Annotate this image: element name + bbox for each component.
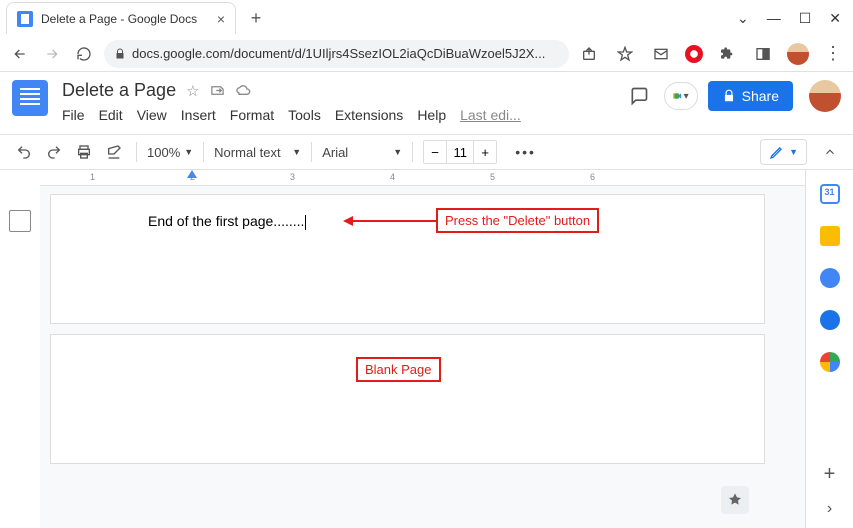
back-button[interactable]	[8, 42, 32, 66]
menu-format[interactable]: Format	[230, 107, 274, 123]
share-page-icon[interactable]	[577, 42, 601, 66]
menu-help[interactable]: Help	[417, 107, 446, 123]
canvas-area: 1 2 3 4 5 6 End of the first page.......…	[0, 170, 853, 528]
lock-icon	[114, 48, 126, 60]
url-text: docs.google.com/document/d/1UIljrs4SsezI…	[132, 46, 545, 61]
tab-title: Delete a Page - Google Docs	[41, 12, 209, 26]
move-icon[interactable]	[210, 83, 225, 98]
docs-favicon	[17, 11, 33, 27]
browser-tab[interactable]: Delete a Page - Google Docs ×	[6, 2, 236, 34]
pencil-icon	[769, 144, 785, 160]
lock-icon	[722, 89, 736, 103]
zoom-dropdown[interactable]: 100% ▼	[147, 145, 193, 160]
docs-header: Delete a Page ☆ File Edit View Insert Fo…	[0, 72, 853, 134]
cloud-status-icon[interactable]	[235, 83, 251, 99]
panel-icon[interactable]	[751, 42, 775, 66]
document-text[interactable]: End of the first page........	[148, 213, 306, 230]
add-on-plus-icon[interactable]: +	[824, 463, 836, 486]
document-page-2[interactable]: Blank Page	[50, 334, 765, 464]
editing-mode-dropdown[interactable]: ▼	[760, 139, 807, 165]
minimize-icon[interactable]: —	[767, 10, 781, 27]
browser-titlebar: Delete a Page - Google Docs × + ⌄ — ☐ ✕	[0, 0, 853, 36]
calendar-icon[interactable]: 31	[820, 184, 840, 204]
share-button[interactable]: Share	[708, 81, 793, 111]
comments-history-icon[interactable]	[624, 81, 654, 111]
menu-insert[interactable]: Insert	[181, 107, 216, 123]
annotation-arrow	[351, 220, 436, 222]
maps-icon[interactable]	[820, 352, 840, 372]
mail-icon[interactable]	[649, 42, 673, 66]
font-dropdown[interactable]: Arial▼	[322, 145, 402, 160]
bookmark-icon[interactable]	[613, 42, 637, 66]
left-rail	[0, 170, 40, 528]
profile-avatar[interactable]	[787, 43, 809, 65]
address-bar: docs.google.com/document/d/1UIljrs4SsezI…	[0, 36, 853, 72]
document-outline-icon[interactable]	[9, 210, 31, 232]
keep-icon[interactable]	[820, 226, 840, 246]
style-dropdown[interactable]: Normal text ▼	[214, 145, 301, 160]
undo-button[interactable]	[12, 140, 36, 164]
extensions-icon[interactable]	[715, 42, 739, 66]
annotation-delete-hint: Press the "Delete" button	[436, 208, 599, 233]
menu-file[interactable]: File	[62, 107, 85, 123]
hide-menus-button[interactable]	[819, 141, 841, 163]
side-panel: 31 + ›	[805, 170, 853, 528]
account-avatar[interactable]	[809, 80, 841, 112]
menu-bar: File Edit View Insert Format Tools Exten…	[62, 107, 521, 123]
window-controls: ⌄ — ☐ ✕	[737, 10, 853, 27]
contacts-icon[interactable]	[820, 310, 840, 330]
chevron-down-icon[interactable]: ⌄	[737, 10, 749, 27]
close-window-icon[interactable]: ✕	[829, 10, 841, 27]
tasks-icon[interactable]	[820, 268, 840, 288]
font-size-decrease[interactable]: −	[424, 141, 446, 163]
new-tab-button[interactable]: +	[242, 4, 270, 32]
last-edit-link[interactable]: Last edi...	[460, 107, 521, 123]
menu-tools[interactable]: Tools	[288, 107, 321, 123]
hide-side-panel-icon[interactable]: ›	[827, 500, 832, 518]
paint-format-button[interactable]	[102, 140, 126, 164]
forward-button[interactable]	[40, 42, 64, 66]
close-tab-icon[interactable]: ×	[217, 11, 225, 27]
redo-button[interactable]	[42, 140, 66, 164]
menu-view[interactable]: View	[137, 107, 167, 123]
document-title[interactable]: Delete a Page	[62, 80, 176, 101]
text-cursor	[305, 215, 306, 230]
maximize-icon[interactable]: ☐	[799, 10, 812, 27]
menu-icon[interactable]: ⋮	[821, 42, 845, 66]
reload-button[interactable]	[72, 42, 96, 66]
menu-edit[interactable]: Edit	[99, 107, 123, 123]
document-page-1[interactable]: End of the first page........ Press the …	[50, 194, 765, 324]
share-label: Share	[742, 88, 779, 104]
font-size-input[interactable]	[446, 141, 474, 163]
ruler[interactable]: 1 2 3 4 5 6	[40, 170, 805, 186]
explore-button[interactable]	[721, 486, 749, 514]
document-scroll[interactable]: 1 2 3 4 5 6 End of the first page.......…	[40, 170, 805, 528]
font-size-control: − +	[423, 140, 497, 164]
star-icon[interactable]: ☆	[186, 82, 199, 100]
font-size-increase[interactable]: +	[474, 141, 496, 163]
annotation-blank-page: Blank Page	[356, 357, 441, 382]
url-input[interactable]: docs.google.com/document/d/1UIljrs4SsezI…	[104, 40, 569, 68]
meet-button[interactable]: ▾	[664, 82, 698, 110]
docs-logo[interactable]	[12, 80, 48, 116]
opera-icon[interactable]	[685, 45, 703, 63]
explore-tools	[721, 486, 749, 514]
menu-extensions[interactable]: Extensions	[335, 107, 403, 123]
print-button[interactable]	[72, 140, 96, 164]
docs-toolbar: 100% ▼ Normal text ▼ Arial▼ − + ••• ▼	[0, 134, 853, 170]
more-formatting-icon[interactable]: •••	[511, 140, 540, 164]
